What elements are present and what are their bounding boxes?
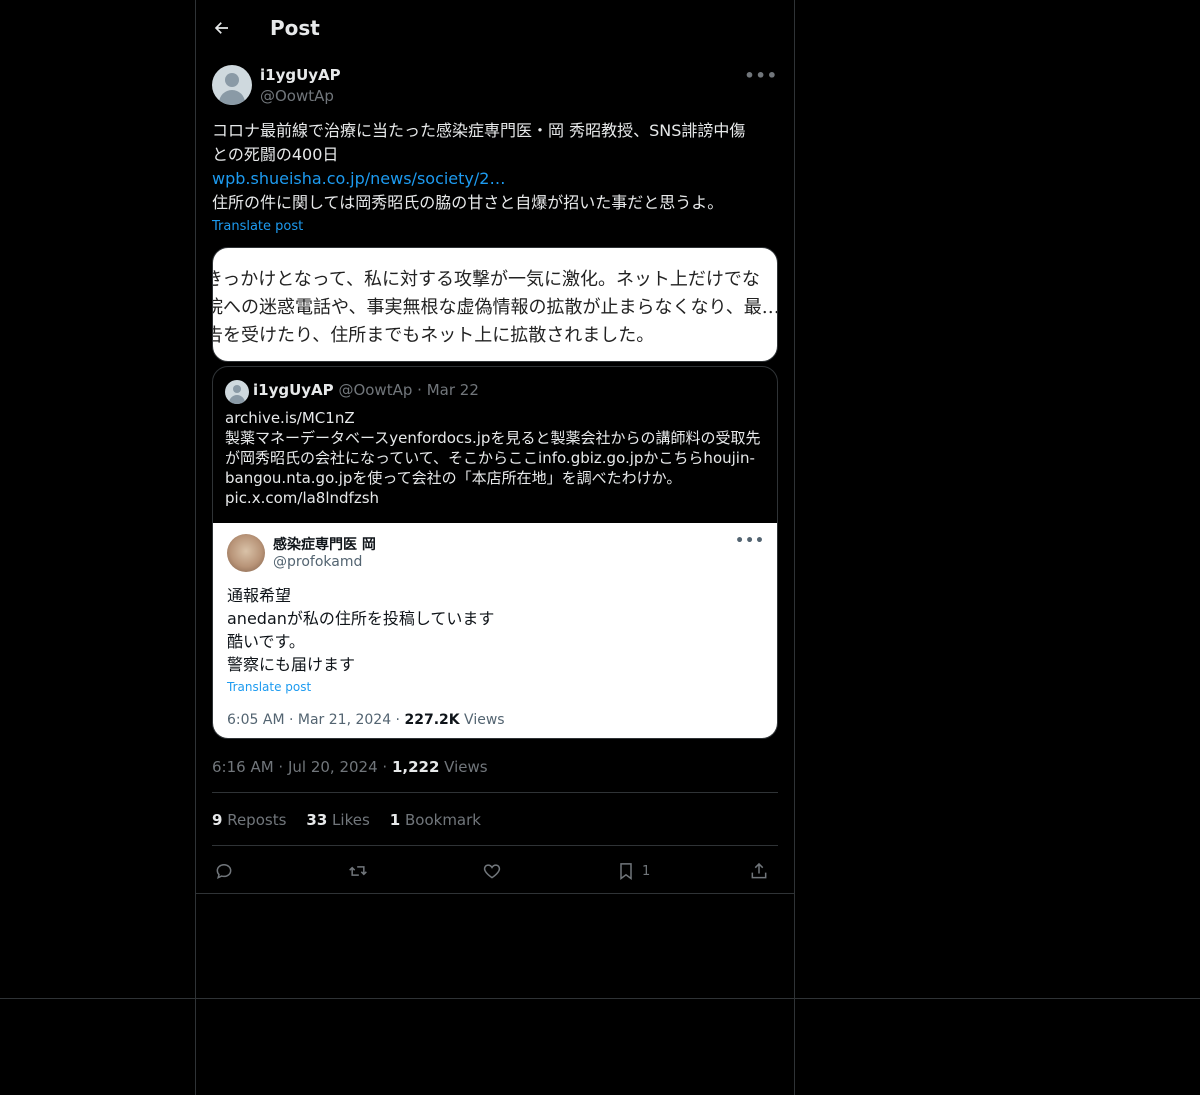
- media-image[interactable]: きっかけとなって、私に対する攻撃が一気に激化。ネット上だけでな 院への迷惑電話や…: [212, 247, 778, 362]
- quote-line: が岡秀昭氏の会社になっていて、そこからここinfo.gbiz.go.jpかこちら…: [225, 449, 755, 467]
- quote-line: 製薬マネーデータベースyenfordocs.jpを見ると製薬会社からの講師料の受…: [225, 429, 761, 447]
- post-date[interactable]: Jul 20, 2024: [288, 758, 378, 776]
- page-title: Post: [270, 16, 320, 40]
- reposts-label: Reposts: [222, 811, 287, 829]
- likes-stat[interactable]: 33 Likes: [306, 811, 369, 829]
- embedded-line: 警察にも届けます: [227, 655, 356, 674]
- divider: [212, 845, 778, 846]
- embedded-handle: @profokamd: [273, 554, 363, 570]
- quote-meta: i1ygUyAP @OowtAp · Mar 22: [253, 381, 479, 399]
- back-arrow-icon: [214, 22, 228, 34]
- post-time[interactable]: 6:16 AM: [212, 758, 274, 776]
- meta-separator: ·: [377, 758, 392, 776]
- horizontal-divider: [0, 998, 1200, 999]
- quoted-post[interactable]: i1ygUyAP @OowtAp · Mar 22 archive.is/MC1…: [212, 366, 778, 739]
- header: Post: [196, 0, 794, 56]
- media-text-line: 告を受けたり、住所までもネット上に拡散されました。: [212, 325, 655, 346]
- more-icon[interactable]: •••: [744, 66, 778, 85]
- embedded-text: 通報希望 anedanが私の住所を投稿しています 酷いです。 警察にも届けます: [227, 584, 494, 676]
- back-button[interactable]: [212, 18, 232, 38]
- embedded-footer: 6:05 AM · Mar 21, 2024 · 227.2K Views: [227, 712, 505, 728]
- embedded-display-name: 感染症専門医 岡: [273, 537, 376, 553]
- bookmarks-label: Bookmark: [400, 811, 481, 829]
- tweet-line: コロナ最前線で治療に当たった感染症専門医・岡 秀昭教授、SNS誹謗中傷: [212, 121, 746, 140]
- divider: [212, 792, 778, 793]
- stats-row: 9 Reposts 33 Likes 1 Bookmark: [212, 811, 481, 829]
- avatar[interactable]: [212, 65, 252, 105]
- author-handle[interactable]: @OowtAp: [260, 87, 334, 105]
- quote-line: pic.x.com/la8lndfzsh: [225, 489, 380, 507]
- bookmarks-count: 1: [389, 811, 401, 829]
- likes-label: Likes: [327, 811, 370, 829]
- translate-post-link[interactable]: Translate post: [212, 219, 303, 234]
- tweet-line: 住所の件に関しては岡秀昭氏の脇の甘さと自爆が招いた事だと思うよ。: [212, 193, 724, 212]
- bookmark-count: 1: [642, 863, 651, 879]
- likes-count: 33: [306, 811, 328, 829]
- author-display-name[interactable]: i1ygUyAP: [260, 66, 341, 84]
- embedded-line: anedanが私の住所を投稿しています: [227, 609, 495, 628]
- quote-handle: @OowtAp: [338, 381, 413, 399]
- quote-separator: ·: [417, 381, 422, 399]
- tweet-text: コロナ最前線で治療に当たった感染症専門医・岡 秀昭教授、SNS誹謗中傷 との死闘…: [212, 119, 782, 215]
- embedded-views-label: Views: [459, 712, 505, 728]
- media-text-line: 院への迷惑電話や、事実無根な虚偽情報の拡散が止まらなくなり、最…: [212, 297, 778, 318]
- embedded-line: 通報希望: [227, 586, 292, 605]
- divider: [196, 893, 794, 894]
- like-button[interactable]: [482, 859, 502, 883]
- quote-avatar: [225, 380, 249, 404]
- tweet-link[interactable]: wpb.shueisha.co.jp/news/society/2…: [212, 167, 782, 191]
- share-icon: [751, 862, 767, 879]
- like-icon: [483, 864, 501, 879]
- media-text-line: きっかけとなって、私に対する攻撃が一気に激化。ネット上だけでな: [212, 269, 760, 290]
- meta-separator: ·: [273, 758, 288, 776]
- quote-text: archive.is/MC1nZ 製薬マネーデータベースyenfordocs.j…: [225, 408, 765, 508]
- repost-icon: [349, 866, 367, 876]
- reposts-stat[interactable]: 9 Reposts: [212, 811, 286, 829]
- action-bar: 1: [212, 855, 778, 887]
- reposts-count: 9: [212, 811, 223, 829]
- share-button[interactable]: [749, 859, 769, 883]
- views-label: Views: [439, 758, 488, 776]
- bookmark-button[interactable]: 1: [616, 859, 650, 883]
- embedded-time: 6:05 AM · Mar 21, 2024 ·: [227, 712, 405, 728]
- tweet-line: との死闘の400日: [212, 145, 339, 164]
- primary-column: Post i1ygUyAP @OowtAp ••• コロナ最前線で治療に当たった…: [196, 0, 794, 894]
- column-border-right: [794, 0, 795, 1095]
- bookmarks-stat[interactable]: 1 Bookmark: [390, 811, 481, 829]
- timestamp-row: 6:16 AM · Jul 20, 2024 · 1,222 Views: [212, 758, 488, 776]
- quote-date: Mar 22: [426, 381, 479, 399]
- embedded-views-count: 227.2K: [404, 712, 460, 728]
- embedded-translate: Translate post: [227, 680, 312, 694]
- views-count: 1,222: [391, 758, 440, 776]
- reply-button[interactable]: [214, 859, 234, 883]
- reply-icon: [216, 863, 232, 880]
- quote-line: bangou.nta.go.jpを使って会社の「本店所在地」を調べたわけか。: [225, 469, 682, 487]
- bookmark-icon: [620, 863, 632, 880]
- repost-button[interactable]: [348, 859, 368, 883]
- quote-display-name: i1ygUyAP: [253, 381, 334, 399]
- column-border-left: [195, 0, 196, 1095]
- author-row: i1ygUyAP @OowtAp •••: [212, 64, 778, 108]
- quote-image[interactable]: 感染症専門医 岡 @profokamd ••• 通報希望 anedanが私の住所…: [213, 523, 777, 738]
- embedded-line: 酷いです。: [227, 632, 305, 651]
- quote-line: archive.is/MC1nZ: [225, 409, 355, 427]
- embedded-more-icon: •••: [735, 533, 765, 549]
- embedded-avatar: [227, 534, 265, 572]
